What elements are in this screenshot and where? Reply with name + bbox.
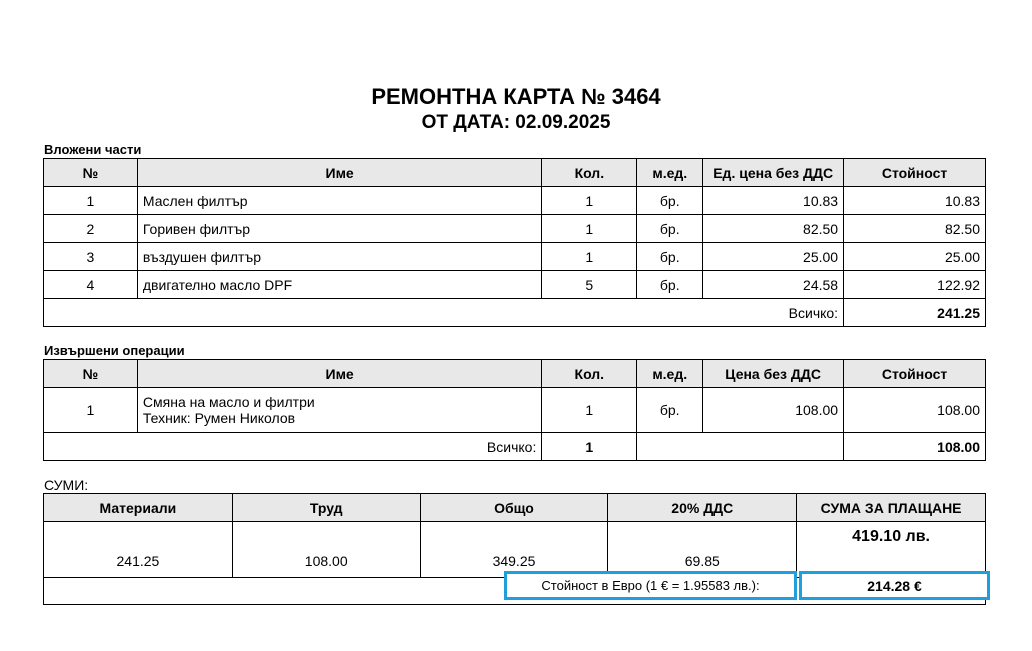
- col-header-value: Стойност: [843, 158, 986, 187]
- cell-price: 82.50: [702, 214, 845, 243]
- vat-value: 69.85: [607, 521, 798, 578]
- table-row: 4 двигателно масло DPF 5 бр. 24.58 122.9…: [43, 270, 986, 299]
- col-header-labor: Труд: [231, 493, 421, 522]
- cell-value: 108.00: [843, 387, 986, 433]
- sums-section-title: СУМИ:: [44, 477, 89, 493]
- parts-total-label: Всичко:: [42, 298, 845, 327]
- cell-qty: 1: [541, 186, 638, 215]
- cell-value: 122.92: [843, 270, 986, 299]
- cell-no: 3: [43, 242, 138, 271]
- total-value: 349.25: [419, 521, 609, 578]
- cell-name: двигателно масло DPF: [136, 270, 543, 299]
- col-header-unit: м.ед.: [636, 359, 704, 388]
- col-header-amount-due: СУМА ЗА ПЛАЩАНЕ: [796, 493, 986, 522]
- operations-total-value: 108.00: [843, 432, 986, 461]
- document-title: РЕМОНТНА КАРТА № 3464: [371, 84, 661, 109]
- cell-qty: 1: [541, 387, 638, 433]
- table-header-row: № Име Кол. м.ед. Ед. цена без ДДС Стойно…: [43, 158, 986, 187]
- cell-name: Смяна на масло и филтри Техник: Румен Ни…: [136, 387, 543, 433]
- col-header-qty: Кол.: [541, 158, 638, 187]
- euro-rate-label: Стойност в Евро (1 € = 1.95583 лв.):: [504, 571, 797, 600]
- operations-section-title: Извършени операции: [44, 343, 185, 358]
- table-header-row: Материали Труд Общо 20% ДДС СУМА ЗА ПЛАЩ…: [43, 493, 986, 522]
- amount-due-value: 419.10 лв.: [796, 521, 986, 578]
- cell-value: 82.50: [843, 214, 986, 243]
- operations-total-empty: [636, 432, 845, 461]
- cell-unit: бр.: [636, 186, 704, 215]
- operations-table: № Име Кол. м.ед. Цена без ДДС Стойност 1…: [42, 359, 986, 461]
- parts-section-title: Вложени части: [44, 142, 142, 157]
- parts-table: № Име Кол. м.ед. Ед. цена без ДДС Стойно…: [42, 158, 986, 327]
- cell-qty: 1: [541, 242, 638, 271]
- col-header-price: Цена без ДДС: [702, 359, 845, 388]
- table-row: 1 Смяна на масло и филтри Техник: Румен …: [43, 387, 986, 433]
- operations-total-qty: 1: [541, 432, 638, 461]
- operation-name: Смяна на масло и филтри: [142, 394, 315, 410]
- table-header-row: № Име Кол. м.ед. Цена без ДДС Стойност: [43, 359, 986, 388]
- cell-no: 2: [43, 214, 138, 243]
- col-header-name: Име: [136, 158, 543, 187]
- document-date: ОТ ДАТА: 02.09.2025: [421, 112, 611, 133]
- table-row: 3 въздушен филтър 1 бр. 25.00 25.00: [43, 242, 986, 271]
- cell-name: въздушен филтър: [136, 242, 543, 271]
- labor-value: 108.00: [231, 521, 421, 578]
- cell-name: Маслен филтър: [136, 186, 543, 215]
- cell-price: 108.00: [702, 387, 845, 433]
- cell-price: 10.83: [702, 186, 845, 215]
- operations-total-row: Всичко: 1 108.00: [42, 432, 986, 461]
- cell-unit: бр.: [636, 242, 704, 271]
- cell-unit: бр.: [636, 270, 704, 299]
- col-header-name: Име: [136, 359, 543, 388]
- cell-price: 24.58: [702, 270, 845, 299]
- cell-no: 1: [43, 186, 138, 215]
- cell-unit: бр.: [636, 214, 704, 243]
- materials-value: 241.25: [43, 521, 233, 578]
- col-header-no: №: [43, 359, 138, 388]
- sums-values-row: 241.25 108.00 349.25 69.85 419.10 лв.: [43, 521, 986, 578]
- col-header-total: Общо: [419, 493, 609, 522]
- cell-no: 4: [43, 270, 138, 299]
- euro-value: 214.28 €: [799, 571, 990, 600]
- col-header-price: Ед. цена без ДДС: [702, 158, 845, 187]
- parts-total-row: Всичко: 241.25: [42, 298, 986, 327]
- cell-value: 10.83: [843, 186, 986, 215]
- col-header-qty: Кол.: [541, 359, 638, 388]
- table-row: 1 Маслен филтър 1 бр. 10.83 10.83: [43, 186, 986, 215]
- cell-qty: 1: [541, 214, 638, 243]
- table-row: 2 Горивен филтър 1 бр. 82.50 82.50: [43, 214, 986, 243]
- cell-no: 1: [43, 387, 138, 433]
- col-header-vat: 20% ДДС: [607, 493, 798, 522]
- cell-price: 25.00: [702, 242, 845, 271]
- cell-name: Горивен филтър: [136, 214, 543, 243]
- cell-qty: 5: [541, 270, 638, 299]
- cell-unit: бр.: [636, 387, 704, 433]
- operation-technician: Техник: Румен Николов: [142, 410, 296, 426]
- col-header-no: №: [43, 158, 138, 187]
- operations-total-label: Всичко:: [42, 432, 543, 461]
- cell-value: 25.00: [843, 242, 986, 271]
- col-header-unit: м.ед.: [636, 158, 704, 187]
- col-header-materials: Материали: [43, 493, 233, 522]
- col-header-value: Стойност: [843, 359, 986, 388]
- parts-total-value: 241.25: [843, 298, 986, 327]
